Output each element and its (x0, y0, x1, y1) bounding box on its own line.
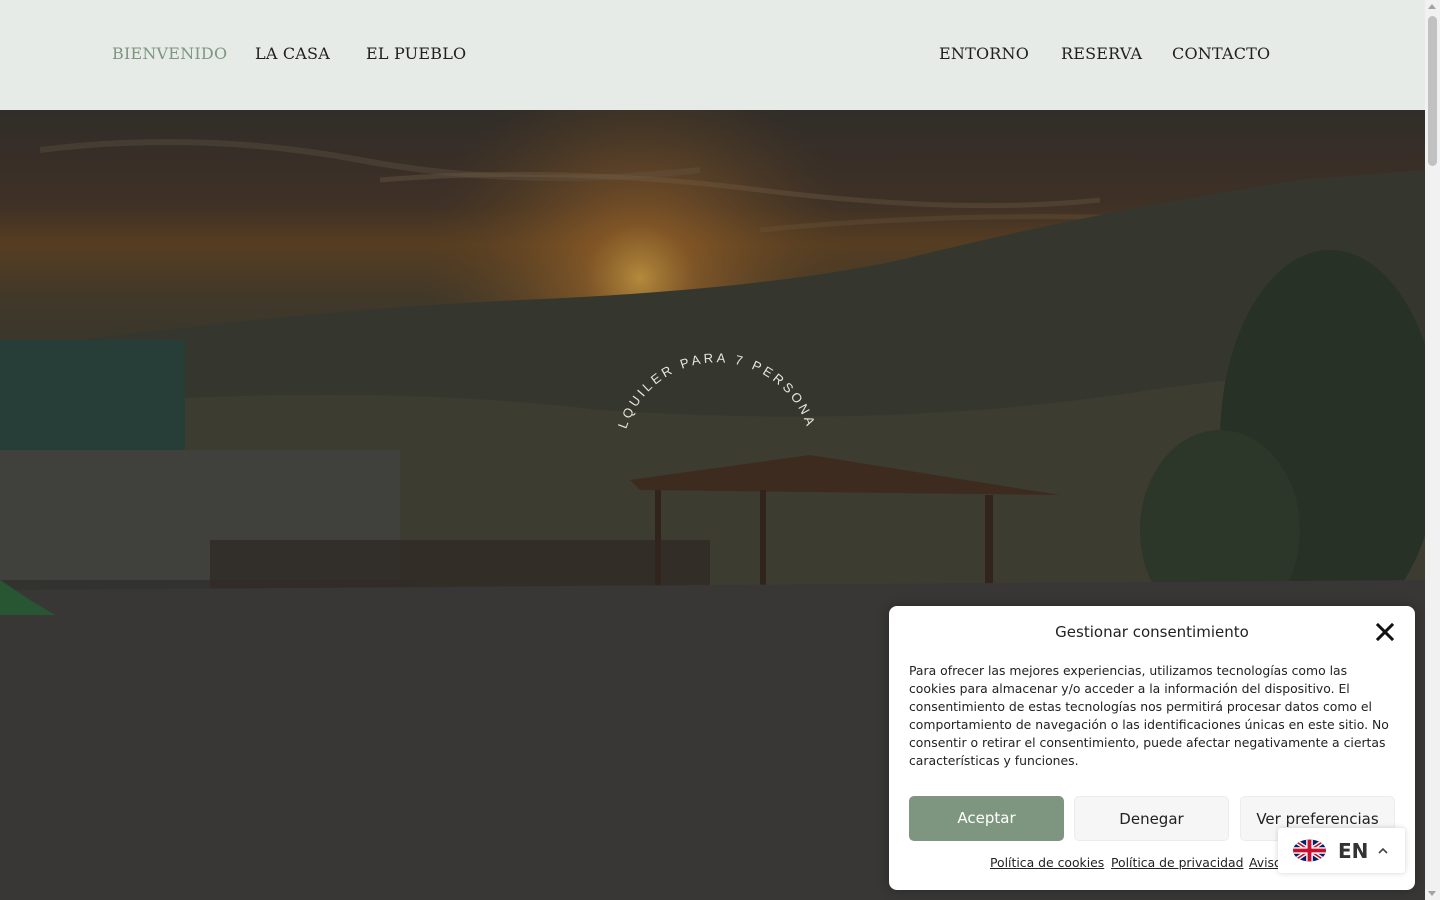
scroll-thumb[interactable] (1428, 16, 1437, 166)
uk-flag-icon (1293, 839, 1326, 862)
nav-link-la-casa[interactable]: LA CASA (255, 44, 330, 64)
nav-link-reserva[interactable]: RESERVA (1061, 44, 1142, 64)
chevron-up-icon (1378, 847, 1388, 854)
scroll-down-arrow-icon[interactable] (1428, 891, 1436, 896)
accept-button[interactable]: Aceptar (909, 796, 1064, 841)
scroll-up-arrow-icon[interactable] (1428, 4, 1436, 9)
nav-link-bienvenido[interactable]: BIENVENIDO (112, 44, 227, 64)
nav-link-contacto[interactable]: CONTACTO (1172, 44, 1270, 64)
language-switcher[interactable]: EN (1278, 828, 1405, 873)
svg-text:ALQUILER PARA 7 PERSONAS: ALQUILER PARA 7 PERSONAS (0, 110, 819, 430)
nav-link-entorno[interactable]: ENTORNO (939, 44, 1029, 64)
language-code: EN (1338, 839, 1369, 863)
site-header: BIENVENIDO LA CASA EL PUEBLO ENTORNO RES… (0, 0, 1425, 110)
privacy-policy-link[interactable]: Política de privacidad (1111, 855, 1243, 871)
cookie-dialog-text: Para ofrecer las mejores experiencias, u… (909, 663, 1389, 768)
deny-button[interactable]: Denegar (1074, 796, 1229, 841)
cookie-dialog-title: Gestionar consentimiento (1055, 623, 1249, 641)
cookie-policy-link[interactable]: Política de cookies (990, 855, 1104, 871)
page-scrollbar[interactable] (1425, 0, 1440, 900)
curved-tagline-text: ALQUILER PARA 7 PERSONAS (0, 110, 816, 430)
nav-link-el-pueblo[interactable]: EL PUEBLO (366, 44, 466, 64)
close-icon[interactable] (1375, 622, 1395, 642)
